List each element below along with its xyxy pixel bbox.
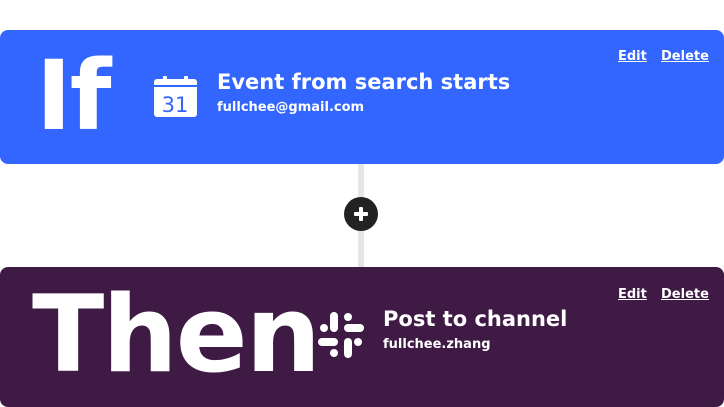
trigger-account: fullchee@gmail.com	[217, 100, 365, 115]
action-card: Then Post to channel fullchee.zhang Edit…	[0, 267, 724, 407]
plus-icon	[354, 207, 368, 221]
trigger-edit-link[interactable]: Edit	[618, 49, 647, 64]
calendar-day-number: 31	[162, 93, 189, 117]
action-account: fullchee.zhang	[383, 337, 491, 352]
slack-icon	[318, 312, 364, 358]
action-edit-link[interactable]: Edit	[618, 287, 647, 302]
google-calendar-icon: 31	[154, 76, 197, 117]
add-step-button[interactable]	[344, 197, 378, 231]
action-title: Post to channel	[383, 307, 568, 331]
action-delete-link[interactable]: Delete	[661, 287, 709, 302]
if-keyword: If	[36, 40, 111, 152]
trigger-card: If 31 Event from search starts fullchee@…	[0, 30, 724, 164]
then-keyword: Then	[32, 273, 321, 396]
trigger-title: Event from search starts	[217, 70, 511, 94]
trigger-delete-link[interactable]: Delete	[661, 49, 709, 64]
